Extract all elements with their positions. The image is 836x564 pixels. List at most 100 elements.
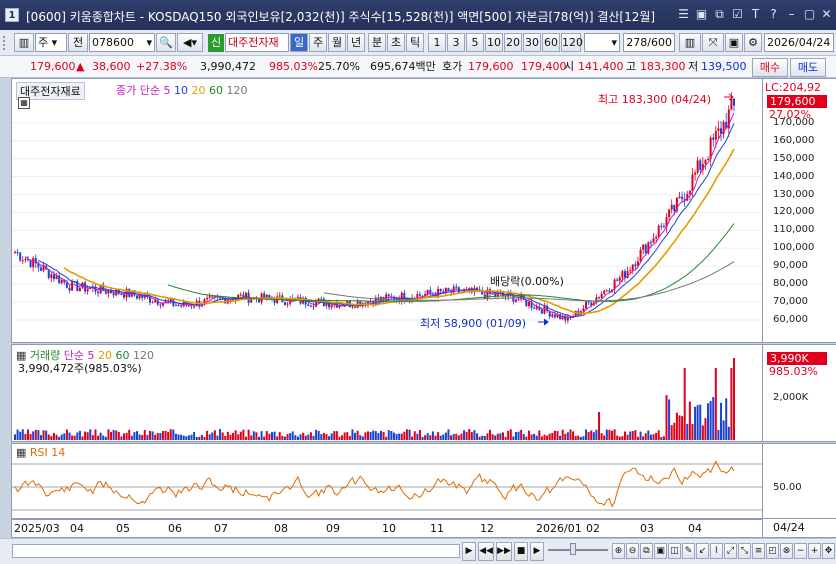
volume-bar [611,430,614,440]
close-icon[interactable]: ✕ [819,7,834,22]
volume-bar [623,431,626,440]
volume-bar [566,432,569,440]
menu-icon[interactable]: ☰ [676,7,691,22]
price-chart-pane[interactable]: 대주전자재료 종가 단순 5 10 20 60 120 ▦ 최고 183,300… [11,78,763,343]
volume-bar [99,432,102,440]
stop-button[interactable]: ■ [514,542,528,561]
drawing-tool-icon[interactable]: ⊖ [626,543,639,559]
rsi-chart-pane[interactable]: ▦ RSI 14 [11,443,763,519]
interval-10[interactable]: 10 [485,33,503,52]
drawing-tool-icon[interactable]: ⤡ [738,543,751,559]
candle-body [426,289,429,295]
zoom-slider-thumb[interactable] [570,543,576,555]
candle-body [307,304,310,307]
bar-chart-icon[interactable]: ▥ [679,33,701,52]
drawing-tool-icon[interactable]: ⊕ [612,543,625,559]
ma-legend[interactable]: 종가 단순 5 10 20 60 120 [116,82,247,98]
horizontal-scrollbar[interactable] [12,544,460,558]
crosshair-icon[interactable]: ⤧ [702,33,724,52]
search-icon[interactable]: 🔍 [156,33,176,52]
scroll-right-button[interactable]: ▶ [462,542,476,561]
volume-bar [626,434,629,440]
save-icon[interactable]: ▣ [725,33,743,52]
volume-bar [245,436,248,440]
volume-bar [29,434,32,440]
copy-window-icon[interactable]: ⧉ [712,7,727,22]
interval-20[interactable]: 20 [504,33,522,52]
rsi-legend[interactable]: ▦ RSI 14 [16,446,65,459]
volume-bar [429,435,432,440]
zoom-slider[interactable] [548,549,608,551]
drawing-tool-icon[interactable]: − [794,543,807,559]
volume-chart-pane[interactable]: ▦ 거래량 단순 5 20 60 120 3,990,472주(985.03%) [11,344,763,442]
prev-button[interactable]: 전 [68,33,88,52]
interval-5[interactable]: 5 [466,33,484,52]
stock-code-input[interactable]: 078600 ▾ [89,33,155,52]
tab-day[interactable]: 일 [290,33,308,52]
candle-body [211,296,214,298]
candle-body [286,303,289,305]
drawing-tool-icon[interactable]: ⌇ [710,543,723,559]
volume-bar [200,434,203,440]
volume-bar [341,435,344,440]
drawing-tool-icon[interactable]: ▣ [654,543,667,559]
tab-year[interactable]: 년 [347,33,365,52]
drawing-tool-icon[interactable]: ⊗ [780,543,793,559]
volume-bar [16,429,19,440]
interval-1[interactable]: 1 [428,33,446,52]
interval-120[interactable]: 120 [561,33,583,52]
interval-30[interactable]: 30 [523,33,541,52]
chart-type-icon[interactable]: ▥ [14,33,34,52]
drawing-tool-icon[interactable]: ⤢ [724,543,737,559]
drawing-tool-icon[interactable]: ◰ [766,543,779,559]
fast-forward-button[interactable]: ▶▶ [496,542,512,561]
drawing-tool-icon[interactable]: ≡ [752,543,765,559]
minimize-icon[interactable]: – [784,7,799,22]
window-number-icon[interactable]: 1 [5,8,19,22]
drawing-tool-icon[interactable]: ◫ [668,543,681,559]
rewind-button[interactable]: ◀◀ [478,542,494,561]
speaker-icon[interactable]: ◀▾ [177,33,203,52]
period-type-select[interactable]: 주 ▾ [35,33,67,52]
candle-body [174,305,177,307]
volume-bar [662,436,665,440]
drawing-tool-icon[interactable]: ⧉ [640,543,653,559]
date-field[interactable]: 2026/04/24 [764,33,834,52]
count-field[interactable]: 278/600 [623,33,675,52]
grip-icon[interactable] [3,36,13,50]
custom-interval-select[interactable]: ▾ [584,33,620,52]
drawing-tool-icon[interactable]: ✥ [822,543,835,559]
grid-icon[interactable]: ▦ [18,97,30,109]
play-button[interactable]: ▶ [530,542,544,561]
tab-month[interactable]: 월 [328,33,346,52]
font-icon[interactable]: T [748,7,763,22]
interval-3[interactable]: 3 [447,33,465,52]
drawing-tool-icon[interactable]: ✎ [682,543,695,559]
volume-bar [86,432,89,440]
date-tick-label: 04 [70,522,84,535]
bid-price: 179,400 [521,60,567,73]
link-icon[interactable]: ▣ [694,7,709,22]
volume-bar [356,430,359,440]
checkbox-icon[interactable]: ☑ [730,7,745,22]
interval-60[interactable]: 60 [542,33,560,52]
help-icon[interactable]: ? [766,7,781,22]
drawing-tool-icon[interactable]: ↙ [696,543,709,559]
volume-bar [309,432,312,440]
gear-icon[interactable]: ⚙ [744,33,762,52]
drawing-tool-icon[interactable]: + [808,543,821,559]
tab-week[interactable]: 주 [309,33,327,52]
volume-bar [548,433,551,440]
sell-button[interactable]: 매도 [790,58,826,77]
tab-minute[interactable]: 분 [368,33,386,52]
volume-bar [496,433,499,440]
stock-name-field[interactable]: 대주전자재 [225,33,289,52]
volume-bar [232,432,235,440]
tab-second[interactable]: 초 [387,33,405,52]
buy-button[interactable]: 매수 [752,58,788,77]
volume-bar [190,434,193,440]
maximize-icon[interactable]: ▢ [802,7,817,22]
price-chart-canvas [12,92,762,326]
tab-tick[interactable]: 틱 [406,33,424,52]
volume-bar [418,429,421,440]
